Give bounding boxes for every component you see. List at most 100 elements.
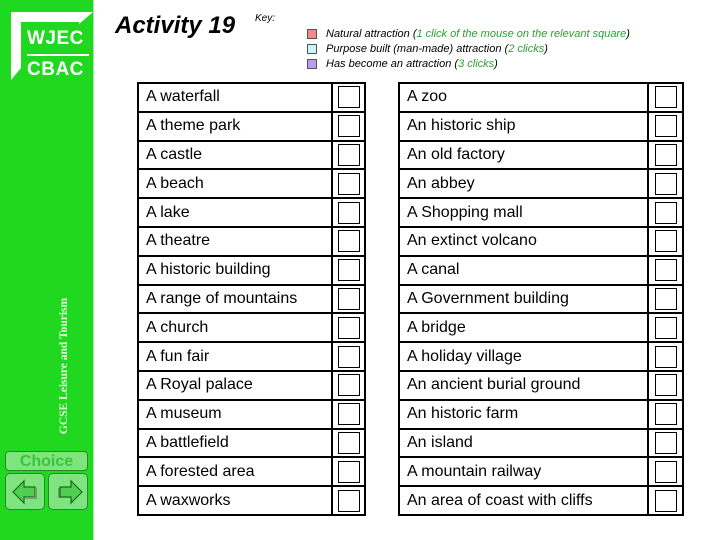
table-row: A range of mountains [137,283,366,315]
attraction-label: A holiday village [398,341,649,372]
classification-cell [331,427,366,459]
classification-cell [647,312,684,344]
table-row: A lake [137,197,366,228]
attraction-label: A historic building [137,254,333,286]
classification-cell [331,485,366,516]
classification-square[interactable] [654,489,677,512]
table-row: An island [398,427,684,459]
legend-text: Natural attraction (1 click of the mouse… [326,27,630,40]
classification-square[interactable] [654,403,677,426]
classification-square[interactable] [337,172,360,195]
next-button[interactable] [48,473,88,510]
arrow-right-icon [58,479,83,505]
classification-square[interactable] [337,316,360,339]
classification-cell [331,254,366,286]
choice-button[interactable]: Choice [5,451,88,471]
classification-cell [647,168,684,200]
attraction-label: An ancient burial ground [398,369,649,401]
table-row: An area of coast with cliffs [398,485,684,516]
classification-cell [331,139,366,171]
previous-button[interactable] [5,473,45,510]
attraction-label: A forested area [137,456,333,488]
legend-item-purpose-built: Purpose built (man-made) attraction (2 c… [307,41,630,56]
classification-square[interactable] [654,172,677,195]
attraction-label: A Royal palace [137,369,333,401]
table-row: A Government building [398,283,684,315]
classification-cell [331,82,366,113]
table-row: A zoo [398,82,684,113]
classification-square[interactable] [654,230,677,253]
classification-cell [647,225,684,257]
attraction-label: A Government building [398,283,649,315]
table-row: A beach [137,168,366,200]
attractions-table-right: A zoo An historic ship An old factory An ab… [398,82,684,516]
classification-square[interactable] [654,431,677,454]
classification-cell [647,398,684,430]
attraction-label: An historic farm [398,398,649,430]
classification-cell [647,283,684,315]
classification-cell [647,82,684,113]
attraction-label: A theme park [137,110,333,142]
classification-cell [331,456,366,488]
attraction-label: An area of coast with cliffs [398,485,649,516]
table-row: A holiday village [398,341,684,372]
classification-square[interactable] [337,489,360,512]
table-row: A forested area [137,456,366,488]
attraction-label: A lake [137,197,333,228]
table-row: A museum [137,398,366,430]
logo-shape [11,68,21,80]
classification-cell [647,110,684,142]
classification-square[interactable] [337,201,360,224]
classification-square[interactable] [337,287,360,310]
classification-square[interactable] [337,259,360,282]
classification-cell [647,485,684,516]
table-row: A waxworks [137,485,366,516]
logo-shape [11,12,21,68]
key-label: Key: [255,13,276,24]
attraction-label: A mountain railway [398,456,649,488]
attraction-label: A beach [137,168,333,200]
classification-cell [647,341,684,372]
classification-square[interactable] [337,374,360,397]
classification-square[interactable] [337,460,360,483]
table-row: A fun fair [137,341,366,372]
attraction-label: A museum [137,398,333,430]
classification-square[interactable] [654,143,677,166]
classification-square[interactable] [654,287,677,310]
classification-square[interactable] [654,259,677,282]
attraction-label: An historic ship [398,110,649,142]
classification-square[interactable] [654,86,677,109]
classification-cell [331,168,366,200]
classification-cell [647,197,684,228]
page-title: Activity 19 [115,12,236,39]
classification-cell [647,456,684,488]
classification-cell [331,283,366,315]
attraction-label: An island [398,427,649,459]
classification-square[interactable] [654,201,677,224]
logo-text-wjec: WJEC [27,28,84,49]
attraction-label: An old factory [398,139,649,171]
attraction-label: A zoo [398,82,649,113]
classification-square[interactable] [654,374,677,397]
classification-square[interactable] [654,345,677,368]
classification-square[interactable] [654,460,677,483]
classification-square[interactable] [337,403,360,426]
classification-square[interactable] [337,115,360,138]
classification-square[interactable] [337,431,360,454]
table-row: An historic farm [398,398,684,430]
attraction-label: A theatre [137,225,333,257]
table-row: An ancient burial ground [398,369,684,401]
classification-square[interactable] [654,316,677,339]
table-row: A theme park [137,110,366,142]
attraction-label: A waxworks [137,485,333,516]
classification-square[interactable] [337,86,360,109]
classification-square[interactable] [337,143,360,166]
classification-square[interactable] [337,345,360,368]
logo-shape [11,12,79,22]
table-row: An historic ship [398,110,684,142]
legend: Natural attraction (1 click of the mouse… [307,26,630,71]
classification-square[interactable] [654,115,677,138]
classification-cell [647,254,684,286]
table-row: A castle [137,139,366,171]
classification-square[interactable] [337,230,360,253]
